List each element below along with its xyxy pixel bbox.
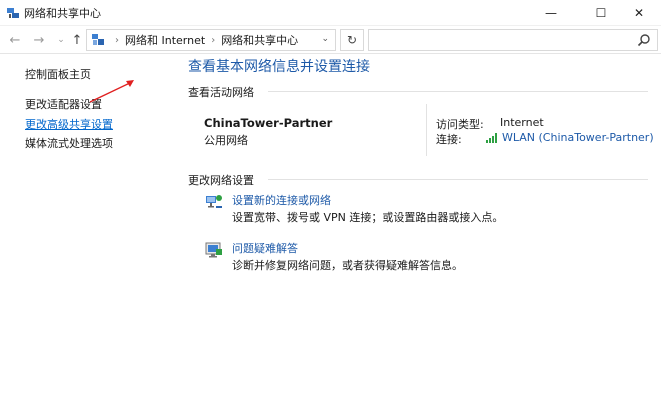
page-title: 查看基本网络信息并设置连接 bbox=[188, 59, 370, 75]
title-bar: 网络和共享中心 — ☐ ✕ bbox=[0, 0, 661, 26]
window-title: 网络和共享中心 bbox=[24, 7, 101, 20]
wifi-signal-icon bbox=[486, 132, 497, 143]
back-arrow-icon[interactable]: ← bbox=[6, 31, 24, 49]
search-icon[interactable] bbox=[637, 33, 651, 47]
connection-value[interactable]: WLAN (ChinaTower-Partner) bbox=[502, 131, 654, 144]
troubleshoot-icon bbox=[205, 242, 222, 258]
access-type-label: 访问类型: bbox=[436, 118, 484, 131]
annotation-arrow-icon bbox=[89, 80, 134, 103]
close-button[interactable]: ✕ bbox=[617, 0, 661, 26]
troubleshoot-link[interactable]: 问题疑难解答 bbox=[232, 240, 298, 256]
network-type: 公用网络 bbox=[204, 134, 248, 147]
section-divider bbox=[268, 179, 648, 180]
sidebar-item-media-streaming-options[interactable]: 媒体流式处理选项 bbox=[25, 135, 113, 151]
minimize-button[interactable]: — bbox=[529, 0, 573, 26]
forward-arrow-icon[interactable]: → bbox=[30, 31, 48, 49]
up-arrow-icon[interactable]: ↑ bbox=[68, 31, 86, 49]
search-input[interactable] bbox=[369, 30, 619, 50]
breadcrumb-network-internet[interactable]: 网络和 Internet bbox=[125, 32, 205, 48]
main-content: 查看基本网络信息并设置连接 查看活动网络 ChinaTower-Partner … bbox=[168, 54, 661, 400]
sidebar: 控制面板主页 更改适配器设置 更改高级共享设置 媒体流式处理选项 bbox=[0, 54, 168, 400]
control-panel-icon bbox=[92, 34, 104, 45]
sidebar-item-control-panel-home[interactable]: 控制面板主页 bbox=[25, 66, 91, 82]
navigation-bar: ← → ⌄ ↑ › 网络和 Internet › 网络和共享中心 ⌄ ↻ bbox=[0, 26, 661, 54]
active-networks-label: 查看活动网络 bbox=[188, 86, 254, 99]
setup-connection-description: 设置宽带、拨号或 VPN 连接；或设置路由器或接入点。 bbox=[232, 211, 504, 224]
breadcrumb-network-sharing-center[interactable]: 网络和共享中心 bbox=[221, 32, 298, 48]
sidebar-item-advanced-sharing-settings[interactable]: 更改高级共享设置 bbox=[25, 116, 113, 132]
breadcrumb-separator-icon: › bbox=[115, 34, 119, 46]
troubleshoot-description: 诊断并修复网络问题，或者获得疑难解答信息。 bbox=[232, 259, 463, 272]
wlan-connection-link[interactable]: WLAN (ChinaTower-Partner) bbox=[486, 131, 654, 144]
address-bar[interactable]: › 网络和 Internet › 网络和共享中心 ⌄ bbox=[86, 29, 336, 51]
change-network-settings-label: 更改网络设置 bbox=[188, 174, 254, 187]
network-center-icon bbox=[7, 8, 19, 18]
breadcrumb-separator-icon: › bbox=[211, 34, 216, 46]
access-type-value: Internet bbox=[500, 116, 544, 129]
network-name: ChinaTower-Partner bbox=[204, 116, 333, 130]
refresh-icon[interactable]: ↻ bbox=[340, 29, 364, 51]
vertical-divider bbox=[426, 104, 427, 156]
section-divider bbox=[268, 91, 648, 92]
network-setup-icon bbox=[206, 195, 222, 208]
search-box[interactable] bbox=[368, 29, 658, 51]
connections-label: 连接: bbox=[436, 133, 462, 146]
address-dropdown-icon[interactable]: ⌄ bbox=[321, 34, 329, 44]
setup-connection-link[interactable]: 设置新的连接或网络 bbox=[232, 192, 331, 208]
